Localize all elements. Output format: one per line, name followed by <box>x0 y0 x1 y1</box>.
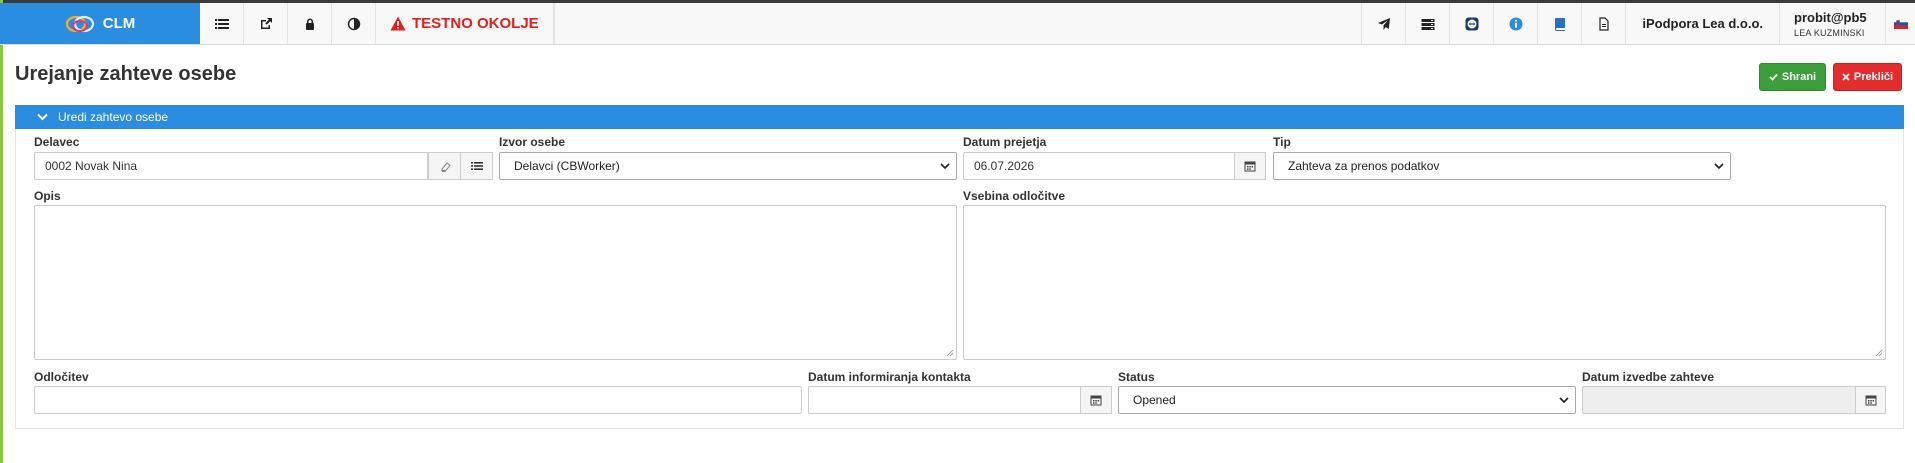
save-button-label: Shrani <box>1781 71 1817 83</box>
navbar-right: iPodpora Lea d.o.o. probit@pb5 LEA KUZMI… <box>1361 3 1915 44</box>
vsebina-textarea[interactable] <box>963 205 1886 360</box>
lock-icon <box>305 18 314 30</box>
test-environment-label: TESTNO OKOLJE <box>412 15 539 32</box>
close-icon <box>1842 73 1850 81</box>
calendar-icon <box>1090 395 1102 406</box>
save-button[interactable]: Shrani <box>1759 63 1826 91</box>
test-environment-badge: TESTNO OKOLJE <box>376 3 554 44</box>
cancel-button[interactable]: Prekliči <box>1833 63 1902 91</box>
clear-delavec-button[interactable] <box>428 152 461 180</box>
vsebina-label: Vsebina odločitve <box>963 189 1066 203</box>
tip-label: Tip <box>1273 135 1291 149</box>
datum-informiranja-input[interactable] <box>808 386 1081 414</box>
datum-izvedbe-input <box>1582 386 1856 414</box>
chevron-down-icon <box>37 113 48 121</box>
user-menu[interactable]: probit@pb5 LEA KUZMINSKI <box>1779 3 1885 44</box>
language-selector[interactable] <box>1885 3 1915 44</box>
status-label: Status <box>1118 370 1155 384</box>
teamviewer-icon <box>1465 17 1479 30</box>
info-icon <box>1509 17 1523 30</box>
external-link-button[interactable] <box>244 3 288 44</box>
status-value: Opened <box>1133 393 1176 407</box>
izvor-label: Izvor osebe <box>499 135 566 149</box>
tip-value: Zahteva za prenos podatkov <box>1288 159 1440 173</box>
user-full-name: LEA KUZMINSKI <box>1794 27 1865 38</box>
resize-handle-icon <box>946 349 954 357</box>
user-login: probit@pb5 <box>1794 9 1867 25</box>
manual-button[interactable] <box>1537 3 1581 44</box>
delavec-value: 0002 Novak Nina <box>45 159 138 173</box>
odlocitev-label: Odločitev <box>34 370 89 384</box>
book-icon <box>1554 17 1565 31</box>
status-select[interactable]: Opened <box>1118 386 1576 414</box>
contrast-icon <box>347 17 360 30</box>
delavec-list-button[interactable] <box>460 152 493 180</box>
calendar-icon <box>1865 395 1876 406</box>
chevron-down-icon <box>1714 163 1724 170</box>
delavec-label: Delavec <box>34 135 80 149</box>
datum-informiranja-label: Datum informiranja kontakta <box>808 370 971 384</box>
send-icon <box>1377 17 1390 30</box>
info-button[interactable] <box>1493 3 1537 44</box>
calendar-icon <box>1244 161 1256 172</box>
list-icon <box>214 18 229 29</box>
teamviewer-button[interactable] <box>1449 3 1493 44</box>
opis-textarea[interactable] <box>34 205 957 360</box>
navbar: CLM TESTNO OKOLJE iPodpora Lea d.o.o. pr… <box>0 3 1915 45</box>
page-left-border <box>0 0 3 463</box>
chevron-down-icon <box>1559 397 1569 404</box>
odlocitev-input[interactable] <box>34 386 802 414</box>
datum-prejetja-input[interactable]: 06.07.2026 <box>963 152 1235 180</box>
company-name[interactable]: iPodpora Lea d.o.o. <box>1625 3 1779 44</box>
datum-izvedbe-calendar-button[interactable] <box>1855 386 1886 414</box>
datum-prejetja-label: Datum prejetja <box>963 135 1047 149</box>
menu-list-button[interactable] <box>200 3 244 44</box>
tip-select[interactable]: Zahteva za prenos podatkov <box>1273 152 1731 180</box>
warning-icon <box>390 16 406 31</box>
document-button[interactable] <box>1581 3 1625 44</box>
list-icon <box>470 162 483 170</box>
external-link-icon <box>260 17 272 29</box>
server-icon <box>1421 18 1435 30</box>
datum-informiranja-calendar-button[interactable] <box>1080 386 1112 414</box>
cancel-button-label: Prekliči <box>1853 71 1894 83</box>
navbar-spacer <box>553 3 1362 44</box>
datum-izvedbe-label: Datum izvedbe zahteve <box>1582 370 1715 384</box>
slovenia-flag-icon <box>1893 18 1908 29</box>
delavec-input[interactable]: 0002 Novak Nina <box>34 152 428 180</box>
resize-handle-icon <box>1875 349 1883 357</box>
brand-logo[interactable]: CLM <box>0 3 200 44</box>
opis-label: Opis <box>34 189 61 203</box>
izvor-value: Delavci (CBWorker) <box>514 159 620 173</box>
eraser-icon <box>440 162 451 172</box>
page-title: Urejanje zahteve osebe <box>15 63 237 85</box>
lock-button[interactable] <box>288 3 332 44</box>
brand-name: CLM <box>102 15 136 32</box>
datum-prejetja-value: 06.07.2026 <box>974 159 1035 173</box>
chevron-down-icon <box>940 163 950 170</box>
send-button[interactable] <box>1361 3 1405 44</box>
document-icon <box>1599 16 1609 31</box>
datum-prejetja-calendar-button[interactable] <box>1234 152 1266 180</box>
izvor-select[interactable]: Delavci (CBWorker) <box>499 152 957 180</box>
server-button[interactable] <box>1405 3 1449 44</box>
clm-logo-icon <box>65 15 94 32</box>
contrast-toggle-button[interactable] <box>332 3 376 44</box>
check-icon <box>1769 73 1778 81</box>
panel-header-label: Uredi zahtevo osebe <box>58 110 169 124</box>
panel-header[interactable]: Uredi zahtevo osebe <box>15 105 1904 129</box>
